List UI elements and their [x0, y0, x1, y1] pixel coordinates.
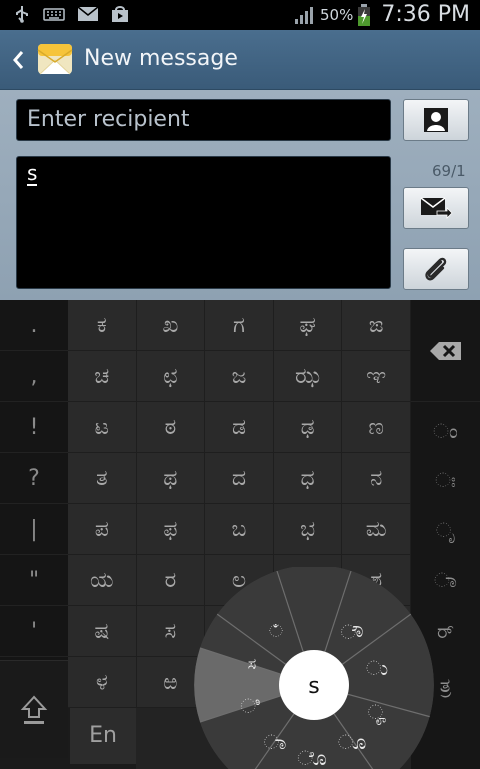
key-ma[interactable]: ಮ — [342, 504, 411, 555]
backspace-icon — [429, 341, 461, 360]
radial-option-au[interactable]: ೌ — [340, 620, 363, 644]
contact-icon — [424, 108, 448, 132]
key-gha[interactable]: ಘ — [273, 300, 343, 351]
key-comma[interactable]: , — [0, 351, 68, 402]
language-key[interactable]: En — [70, 708, 136, 764]
send-icon — [420, 197, 453, 219]
key-cha[interactable]: ಛ — [136, 351, 206, 402]
radial-option-aa[interactable]: ಾ — [264, 730, 287, 754]
key-visarga[interactable]: ಃ — [411, 455, 480, 506]
key-lla[interactable]: ಳ — [68, 657, 137, 708]
key-period[interactable]: . — [0, 300, 68, 351]
key-nga[interactable]: ಙ — [342, 300, 411, 351]
key-kha[interactable]: ಖ — [136, 300, 206, 351]
key-anusvara[interactable]: ಂ — [411, 406, 480, 457]
key-ca[interactable]: ಚ — [68, 351, 137, 402]
compose-area: Enter recipient s 69/1 — [0, 90, 480, 300]
punctuation-column: . , ! ? | " ' — [0, 300, 68, 660]
backspace-key[interactable] — [411, 300, 480, 402]
key-ga[interactable]: ಗ — [205, 300, 274, 351]
key-dda[interactable]: ಡ — [205, 402, 274, 453]
key-vowel-sign-r[interactable]: ೃ — [411, 505, 480, 556]
key-tha[interactable]: ಥ — [136, 453, 206, 504]
shift-icon — [20, 695, 48, 724]
radial-option-o[interactable]: ೊ — [297, 746, 326, 769]
send-button[interactable] — [403, 187, 469, 229]
key-double-quote[interactable]: " — [0, 555, 68, 606]
radial-vowel-picker: s ೌ ು ೄ ೂ ೊ ಾ ಿ ಸ ಁ — [194, 567, 434, 769]
status-bar: 50% 7:36 PM — [0, 0, 480, 30]
message-text: s — [27, 161, 38, 186]
attach-button[interactable] — [403, 248, 469, 290]
radial-option-sa[interactable]: ಸ — [248, 654, 257, 673]
battery-percent: 50% — [320, 5, 354, 24]
title-bar: New message — [0, 30, 480, 90]
char-counter: 69/1 — [432, 162, 466, 180]
key-dha[interactable]: ಧ — [273, 453, 343, 504]
usb-icon — [16, 6, 28, 23]
shift-key[interactable] — [0, 660, 68, 758]
key-exclamation[interactable]: ! — [0, 402, 68, 453]
radial-wheel: s ೌ ು ೄ ೂ ೊ ಾ ಿ ಸ ಁ — [194, 567, 434, 769]
key-pa[interactable]: ಪ — [68, 504, 137, 555]
key-da[interactable]: ದ — [205, 453, 274, 504]
keyboard-icon — [43, 8, 65, 21]
key-na[interactable]: ನ — [342, 453, 411, 504]
radial-option-rr[interactable]: ೄ — [368, 700, 387, 725]
key-ka[interactable]: ಕ — [68, 300, 137, 351]
store-icon — [112, 6, 128, 22]
email-icon — [77, 6, 99, 21]
key-ta[interactable]: ತ — [68, 453, 137, 504]
key-single-quote[interactable]: ' — [0, 606, 68, 657]
key-nya[interactable]: ಞ — [342, 351, 411, 402]
key-nna[interactable]: ಣ — [342, 402, 411, 453]
key-ba[interactable]: ಬ — [205, 504, 274, 555]
key-ja[interactable]: ಜ — [205, 351, 274, 402]
key-ddha[interactable]: ಢ — [273, 402, 343, 453]
key-ttha[interactable]: ಠ — [136, 402, 206, 453]
signal-icon — [295, 6, 313, 24]
radial-option-uu[interactable]: ೂ — [338, 730, 367, 754]
message-input[interactable]: s — [16, 156, 391, 289]
notification-icons — [12, 5, 130, 23]
radial-option-u[interactable]: ು — [366, 656, 388, 680]
radial-option-candrabindu[interactable]: ಁ — [269, 621, 283, 642]
recipient-input[interactable]: Enter recipient — [16, 99, 391, 141]
key-ya[interactable]: ಯ — [68, 555, 137, 606]
messages-app-icon — [37, 44, 73, 75]
back-chevron-icon[interactable] — [8, 46, 28, 74]
key-pipe[interactable]: | — [0, 504, 68, 555]
key-bha[interactable]: ಭ — [273, 504, 343, 555]
radial-option-i[interactable]: ಿ — [240, 694, 260, 718]
key-tta[interactable]: ಟ — [68, 402, 137, 453]
battery-charging-icon — [358, 3, 371, 26]
clock: 7:36 PM — [381, 2, 470, 27]
contacts-button[interactable] — [403, 99, 469, 141]
paperclip-icon — [425, 257, 447, 281]
key-pha[interactable]: ಫ — [136, 504, 206, 555]
page-title: New message — [84, 46, 238, 71]
key-ssa[interactable]: ಷ — [68, 606, 137, 657]
key-jha[interactable]: ಝ — [273, 351, 343, 402]
key-question[interactable]: ? — [0, 453, 68, 504]
radial-center-label: s — [308, 674, 319, 699]
